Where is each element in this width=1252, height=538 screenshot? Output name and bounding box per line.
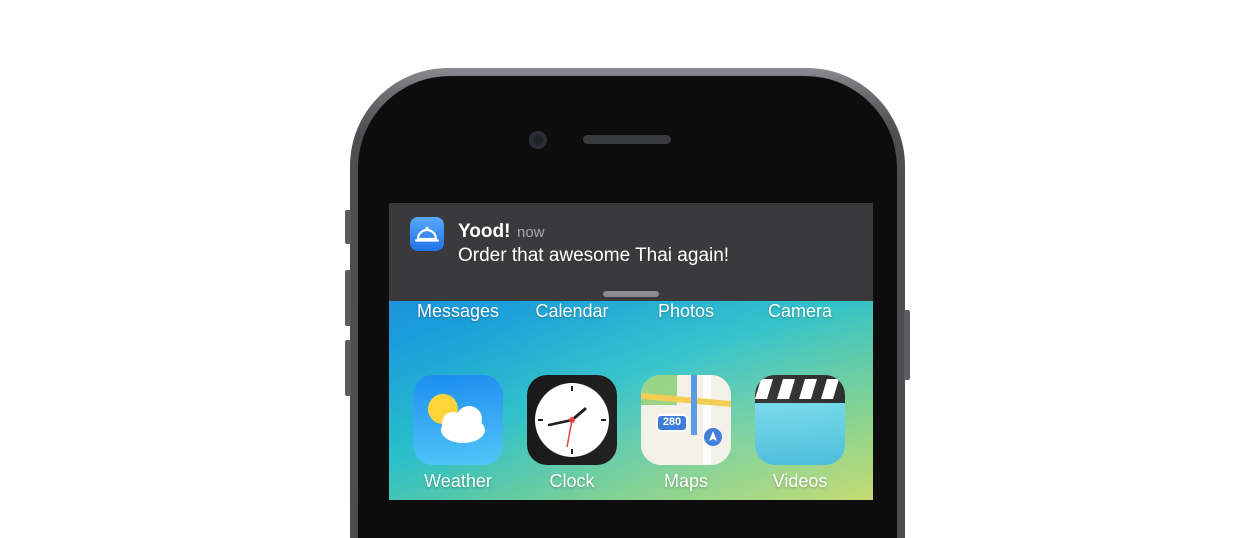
app-label: Videos [772,471,828,491]
app-label: Weather [424,471,492,491]
earpiece-speaker [583,135,671,144]
phone-screen: Yood! now Order that awesome Thai again!… [389,203,873,500]
mute-switch [345,210,351,244]
app-label: Calendar [535,301,609,321]
app-clock[interactable]: Clock [524,375,620,492]
app-label: Clock [549,471,595,491]
notification-banner[interactable]: Yood! now Order that awesome Thai again! [389,203,873,301]
app-videos[interactable]: Videos [752,375,848,492]
weather-icon [413,375,503,465]
clock-icon [527,375,617,465]
notification-message: Order that awesome Thai again! [458,245,730,266]
notification-app-name: Yood! [458,221,511,242]
maps-shield-number: 280 [662,416,682,428]
app-maps[interactable]: 280 Maps [638,375,734,492]
app-label: Camera [767,301,833,321]
app-label: Photos [657,301,715,321]
front-camera [529,131,547,149]
app-label: Maps [663,471,708,491]
maps-icon: 280 [641,375,731,465]
videos-icon [755,375,845,465]
notification-time: now [517,224,545,241]
app-weather[interactable]: Weather [410,375,506,492]
volume-down-button [345,340,351,396]
app-label: Messages [416,301,500,321]
power-button [904,310,910,380]
food-cloche-icon [410,217,444,251]
volume-up-button [345,270,351,326]
notification-grabber-handle[interactable] [603,291,659,297]
